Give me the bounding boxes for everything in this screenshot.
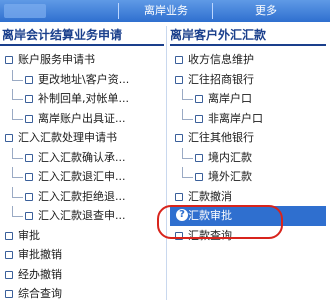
menu-item[interactable]: 离岸账户出具证... [0,108,164,129]
menu-item[interactable]: 汇入汇款退查申... [0,206,164,226]
menu-item[interactable]: 账户服务申请书 [0,50,164,70]
menu-item-label: 审批撤销 [18,248,62,261]
menu-item[interactable]: 汇往其他银行 [170,128,326,148]
square-bullet-icon [175,192,183,201]
menu-item-label: 更改地址\客户资... [38,72,130,86]
left-panel-title: 离岸会计结算业务申请 [2,28,123,42]
square-bullet-icon [25,153,33,162]
menu-item-label: 汇入汇款退汇申... [38,170,126,183]
menu-item[interactable]: 更改地址\客户资... [0,69,164,90]
menu-item[interactable]: 收方信息维护 [170,50,326,70]
blurred-logo [4,4,46,18]
menu-item[interactable]: 汇往招商银行 [170,70,326,90]
tab-separator [212,3,213,19]
menu-item[interactable]: 境内汇款 [170,147,326,168]
square-bullet-icon [25,192,33,201]
menu-item-label: 汇往其他银行 [188,131,254,144]
tab-separator [118,3,119,19]
tab-label: 更多 [255,4,277,17]
top-navigation-bar: 离岸业务 更多 [0,0,330,22]
menu-item-label: 汇入汇款处理申请书 [18,131,117,144]
square-bullet-icon [5,290,13,298]
tree-branch-line [12,89,23,100]
tree-branch-line [12,186,23,198]
tab-label: 离岸业务 [144,4,188,17]
square-bullet-icon [5,251,13,259]
menu-item[interactable]: 汇入汇款退汇申... [0,167,164,187]
square-bullet-icon [5,231,13,240]
tree-branch-line [182,167,193,178]
menu-item[interactable]: 汇入汇款处理申请书 [0,128,164,148]
tree-branch-line [12,108,23,120]
menu-item[interactable]: 综合查询 [0,284,164,304]
right-panel-title: 离岸客户外汇汇款 [170,28,267,42]
square-bullet-icon [25,173,33,181]
menu-item-label: 境内汇款 [208,150,252,164]
square-bullet-icon [25,114,33,123]
tree-branch-line [182,108,193,120]
tab-more[interactable]: 更多 [212,0,318,22]
tree-branch-line [182,147,193,159]
menu-item[interactable]: 汇款撤消 [170,187,326,207]
menu-item-selected[interactable]: ? 汇款审批 [170,206,326,226]
square-bullet-icon [25,95,33,103]
menu-item[interactable]: 汇款查询 [170,226,326,246]
menu-item-label: 汇往招商银行 [188,72,254,86]
menu-item-label: 审批 [18,228,40,242]
left-menu-list: 账户服务申请书更改地址\客户资... 补制回单,对帐单... 离岸账户出具证... 汇… [0,50,164,304]
square-bullet-icon [5,56,13,64]
square-bullet-icon [25,75,33,84]
tree-branch-line [12,69,23,81]
menu-item-label: 综合查询 [18,287,62,300]
square-bullet-icon [175,134,183,142]
menu-item[interactable]: 非离岸户口 [170,108,326,129]
menu-item[interactable]: 离岸户口 [170,89,326,109]
tree-branch-line [12,167,23,178]
menu-item[interactable]: 经办撤销 [0,265,164,285]
menu-item-label: 补制回单,对帐单... [38,92,129,105]
menu-item-label: 离岸账户出具证... [38,111,126,125]
tree-branch-line [182,89,193,100]
right-panel-title-rule [170,44,326,46]
menu-item-label: 汇入汇款退查申... [38,209,126,222]
menu-item-label: 汇款审批 [188,209,232,222]
menu-item-label: 离岸户口 [208,92,252,105]
help-circle-icon: ? [176,209,188,221]
tree-branch-line [12,206,23,217]
column-divider [166,26,167,300]
menu-item-label: 汇款查询 [188,228,232,242]
menu-item-label: 汇入汇款拒绝退... [38,189,126,203]
menu-item[interactable]: 审批撤销 [0,245,164,265]
menu-item[interactable]: 境外汇款 [170,167,326,187]
square-bullet-icon [195,153,203,162]
menu-item-label: 收方信息维护 [188,53,254,66]
tree-branch-line [12,147,23,159]
menu-item-label: 汇入汇款确认承... [38,150,126,164]
menu-item-label: 汇款撤消 [188,189,232,203]
square-bullet-icon [175,75,183,84]
square-bullet-icon [5,134,13,142]
square-bullet-icon [175,231,183,240]
square-bullet-icon [175,56,183,64]
square-bullet-icon [195,173,203,181]
right-menu-list: 收方信息维护 汇往招商银行离岸户口非离岸户口汇往其他银行境内汇款境外汇款汇款撤消?… [170,50,326,245]
square-bullet-icon [195,114,203,123]
menu-item-label: 非离岸户口 [208,111,263,125]
menu-item-label: 境外汇款 [208,170,252,183]
menu-item[interactable]: 汇入汇款确认承... [0,147,164,168]
square-bullet-icon [5,270,13,279]
menu-item[interactable]: 补制回单,对帐单... [0,89,164,109]
tab-offshore-business[interactable]: 离岸业务 [118,0,212,22]
left-panel-title-rule [0,44,164,46]
square-bullet-icon [195,95,203,103]
menu-item[interactable]: 审批 [0,226,164,246]
menu-item-label: 经办撤销 [18,267,62,281]
square-bullet-icon [25,212,33,220]
menu-item-label: 账户服务申请书 [18,53,95,66]
menu-item[interactable]: 汇入汇款拒绝退... [0,186,164,207]
